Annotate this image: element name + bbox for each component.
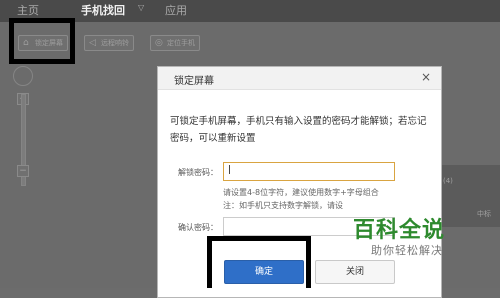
locate-phone-button[interactable]: ◎ 定位手机 bbox=[150, 35, 200, 51]
close-icon[interactable]: × bbox=[421, 70, 431, 84]
remote-ring-button[interactable]: ◁ 远程响铃 bbox=[84, 35, 134, 51]
locate-phone-label: 定位手机 bbox=[167, 39, 195, 47]
nav-apps[interactable]: 应用 bbox=[165, 2, 187, 18]
watermark-logo: 百科全说 bbox=[353, 218, 446, 243]
password-hint: 请设置4-8位字符，建议使用数字+字母组合 bbox=[223, 188, 379, 197]
chevron-down-icon[interactable]: ▽ bbox=[138, 3, 144, 12]
watermark: 百科全说 助你轻松解决 bbox=[353, 212, 471, 266]
confirm-password-label: 确认密码： bbox=[178, 223, 218, 232]
top-nav: 主页 手机找回 ▽ 应用 bbox=[0, 0, 500, 22]
remote-ring-label: 远程响铃 bbox=[101, 39, 129, 47]
highlight-box-lock bbox=[9, 18, 75, 64]
dialog-title: 锁定屏幕 bbox=[174, 76, 214, 87]
speaker-icon: ◁ bbox=[89, 38, 96, 48]
watermark-subtitle: 助你轻松解决 bbox=[371, 244, 443, 257]
password-label: 解锁密码： bbox=[178, 168, 218, 177]
nav-home[interactable]: 主页 bbox=[17, 2, 39, 18]
location-icon: ◎ bbox=[155, 38, 163, 48]
password-input[interactable]: | bbox=[223, 162, 395, 181]
side-panel-text: (4) bbox=[443, 177, 453, 185]
dialog-description: 可锁定手机屏幕，手机只有输入设置的密码才能解锁；若忘记密码，可以重新设置 bbox=[170, 116, 427, 144]
zoom-out-button[interactable]: − bbox=[17, 165, 29, 177]
nav-phone-recovery[interactable]: 手机找回 bbox=[81, 2, 125, 18]
map-pan-control[interactable] bbox=[13, 66, 33, 86]
password-note: 注：如手机只支持数字解锁，请设 bbox=[223, 201, 343, 210]
highlight-box-ok bbox=[207, 236, 311, 288]
dialog-header: 锁定屏幕 × bbox=[158, 67, 441, 90]
side-panel-tag: 中标 bbox=[477, 210, 491, 218]
